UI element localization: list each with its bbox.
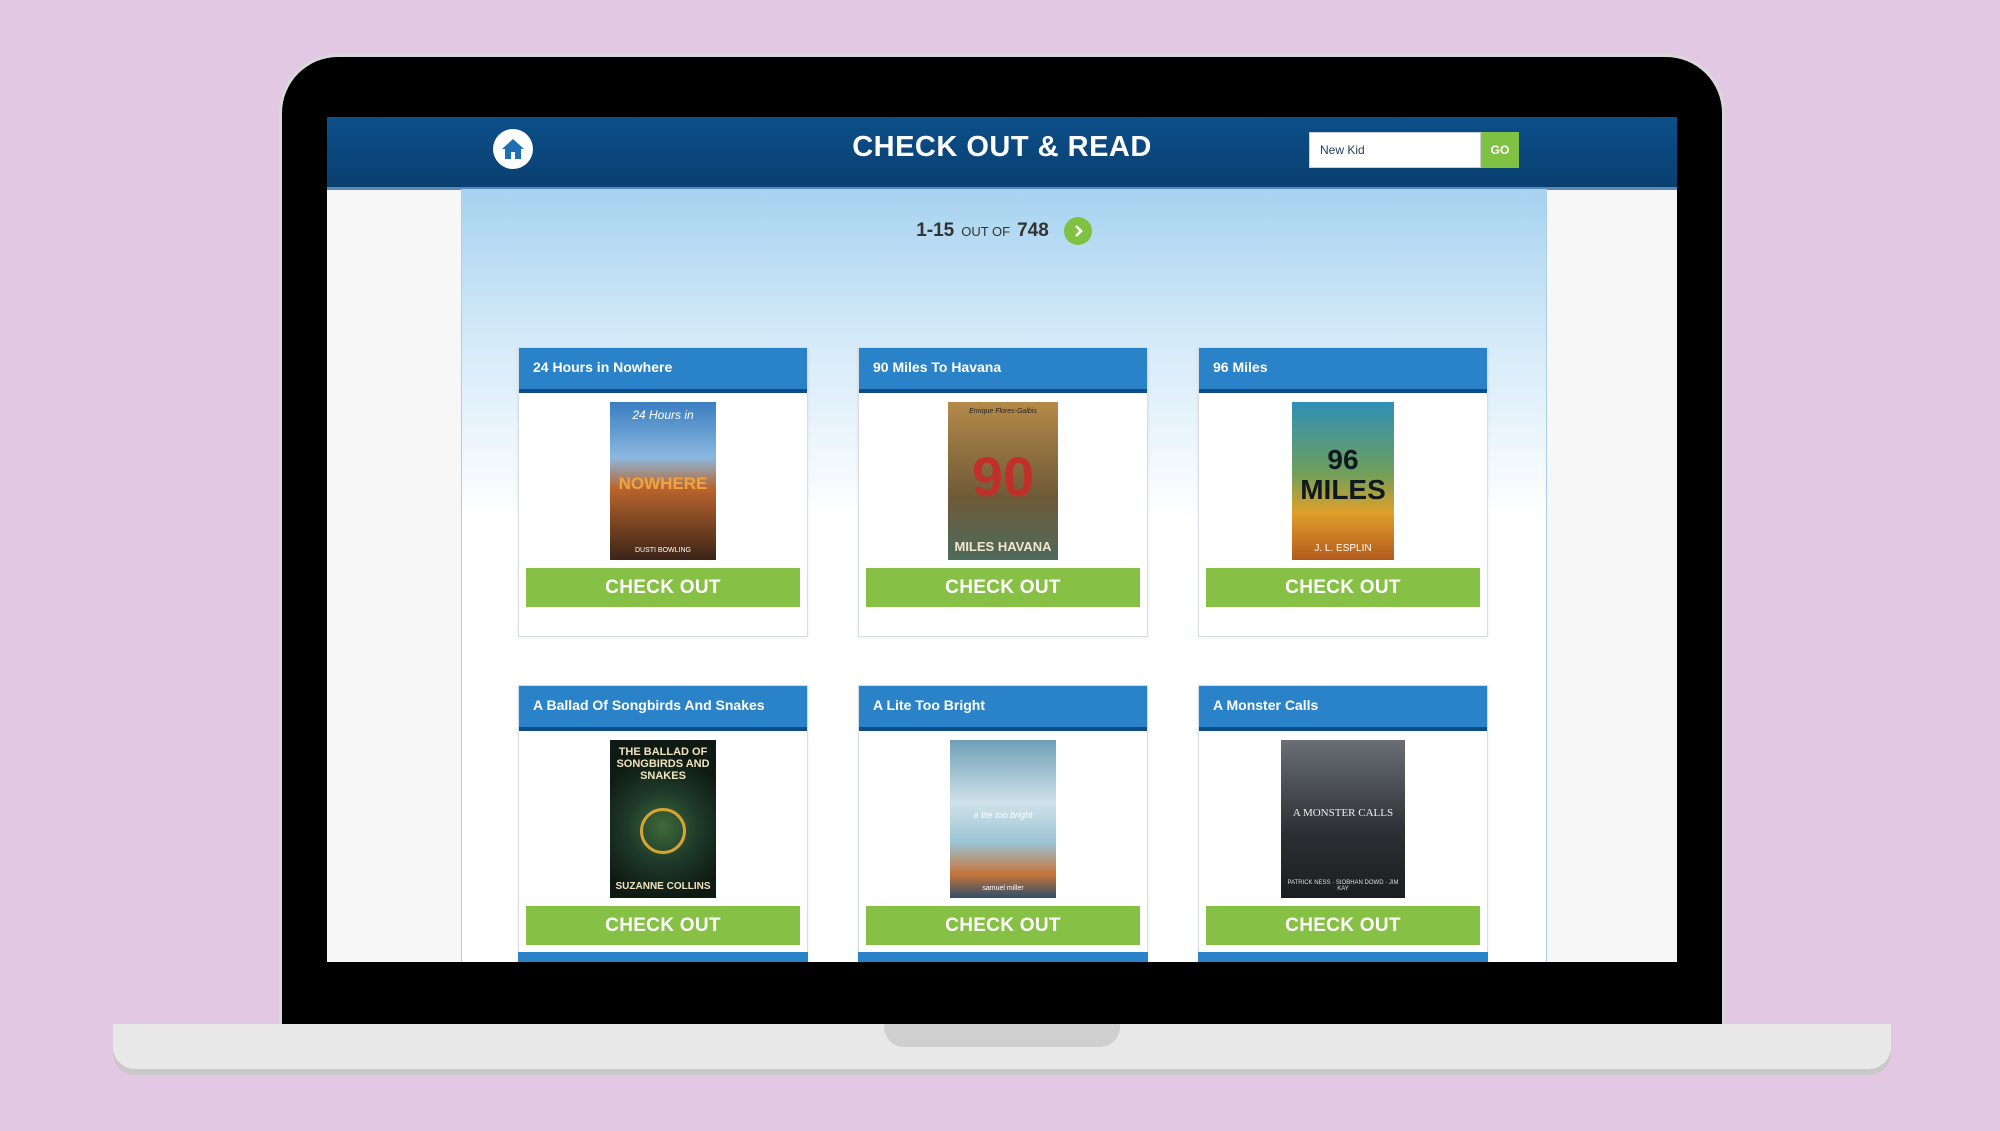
mockingjay-emblem	[640, 808, 686, 854]
book-card: A Lite Too Bright a lite too bright samu…	[858, 685, 1148, 962]
book-title: A Ballad Of Songbirds And Snakes	[519, 686, 807, 731]
top-bar: CHECK OUT & READ GO	[327, 117, 1677, 190]
book-title: A Lite Too Bright	[859, 686, 1147, 731]
pagination-total: 748	[1017, 220, 1049, 241]
book-card: 90 Miles To Havana Enrique Flores-Galbis…	[858, 347, 1148, 637]
chevron-right-icon	[1074, 225, 1083, 237]
book-cover[interactable]: a lite too bright samuel miller	[950, 739, 1056, 898]
book-card-partial	[1198, 952, 1488, 962]
check-out-button[interactable]: CHECK OUT	[866, 906, 1140, 945]
pagination: 1-15 OUT OF 748	[462, 217, 1546, 245]
book-cover[interactable]: 96 MILES J. L. ESPLIN	[1292, 401, 1394, 560]
laptop-screen: CHECK OUT & READ GO 1-15 OUT OF 748 24 H…	[327, 117, 1677, 962]
book-card: A Ballad Of Songbirds And Snakes THE BAL…	[518, 685, 808, 962]
search-bar: GO	[1309, 132, 1519, 168]
check-out-button[interactable]: CHECK OUT	[866, 568, 1140, 607]
book-title: 96 Miles	[1199, 348, 1487, 393]
book-cover[interactable]: 24 Hours in NOWHERE DUSTI BOWLING	[610, 401, 716, 560]
book-card-partial	[858, 952, 1148, 962]
go-button[interactable]: GO	[1481, 132, 1519, 168]
book-cover[interactable]: THE BALLAD OF SONGBIRDS AND SNAKES SUZAN…	[610, 739, 716, 898]
check-out-button[interactable]: CHECK OUT	[1206, 906, 1480, 945]
laptop-notch	[884, 1024, 1120, 1047]
check-out-button[interactable]: CHECK OUT	[526, 568, 800, 607]
pagination-out-of: OUT OF	[961, 223, 1011, 239]
book-title: A Monster Calls	[1199, 686, 1487, 731]
book-title: 90 Miles To Havana	[859, 348, 1147, 393]
check-out-button[interactable]: CHECK OUT	[1206, 568, 1480, 607]
book-card: 96 Miles 96 MILES J. L. ESPLIN CHECK OUT	[1198, 347, 1488, 637]
book-card: A Monster Calls A MONSTER CALLS PATRICK …	[1198, 685, 1488, 962]
book-cover[interactable]: A MONSTER CALLS PATRICK NESS · SIOBHAN D…	[1281, 739, 1405, 898]
pagination-range: 1-15	[916, 220, 955, 241]
results-area: 1-15 OUT OF 748 24 Hours in Nowhere 24 H…	[461, 189, 1547, 962]
check-out-button[interactable]: CHECK OUT	[526, 906, 800, 945]
book-title: 24 Hours in Nowhere	[519, 348, 807, 393]
book-card: 24 Hours in Nowhere 24 Hours in NOWHERE …	[518, 347, 808, 637]
book-cover[interactable]: Enrique Flores-Galbis 90 MILES HAVANA	[948, 401, 1058, 560]
search-input[interactable]	[1309, 132, 1481, 168]
next-page-button[interactable]	[1063, 217, 1092, 245]
book-card-partial	[518, 952, 808, 962]
